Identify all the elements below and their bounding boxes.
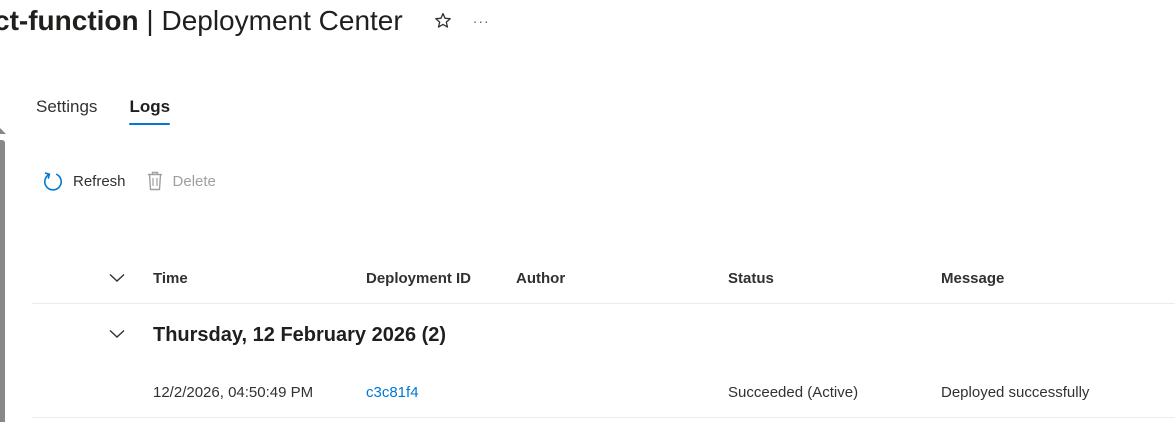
cell-time: 12/2/2026, 04:50:49 PM [153, 383, 314, 401]
delete-button[interactable]: Delete [146, 170, 216, 192]
group-header-row: Thursday, 12 February 2026 (2) [32, 304, 1175, 366]
column-header-deployment-id[interactable]: Deployment ID [366, 252, 471, 304]
refresh-label: Refresh [73, 172, 126, 190]
group-collapse-button[interactable] [108, 304, 126, 366]
tab-bar: Settings Logs [36, 97, 170, 125]
blade-name: | Deployment Center [138, 5, 403, 36]
cell-status: Succeeded (Active) [728, 383, 859, 401]
page-header: ct-function | Deployment Center ··· [0, 3, 490, 39]
trash-icon [146, 170, 164, 192]
deployment-center-page: ct-function | Deployment Center ··· Sett… [0, 0, 1175, 422]
deployment-logs-grid: Time Deployment ID Author Status Message… [32, 252, 1175, 418]
column-header-message[interactable]: Message [941, 252, 1004, 304]
deployment-id-link[interactable]: c3c81f4 [366, 366, 419, 418]
grid-header-row: Time Deployment ID Author Status Message [32, 252, 1175, 304]
more-options-icon[interactable]: ··· [473, 11, 490, 31]
column-header-status[interactable]: Status [728, 252, 774, 304]
left-scroll-edge-tip [0, 128, 6, 134]
group-title: Thursday, 12 February 2026 (2) [153, 323, 447, 346]
resource-name: ct-function [0, 5, 139, 36]
column-header-time[interactable]: Time [153, 252, 188, 304]
tab-logs[interactable]: Logs [129, 97, 170, 125]
delete-label: Delete [172, 172, 216, 190]
page-title: ct-function | Deployment Center [0, 3, 403, 39]
refresh-icon [42, 170, 64, 192]
star-icon[interactable] [433, 11, 453, 31]
left-scroll-edge[interactable] [0, 140, 5, 422]
refresh-button[interactable]: Refresh [42, 170, 126, 192]
collapse-all-button[interactable] [108, 252, 126, 304]
tab-settings[interactable]: Settings [36, 97, 97, 125]
table-row[interactable]: 12/2/2026, 04:50:49 PM c3c81f4 Succeeded… [32, 366, 1175, 418]
command-bar: Refresh Delete [42, 170, 216, 192]
column-header-author[interactable]: Author [516, 252, 565, 304]
cell-message: Deployed successfully [941, 383, 1090, 401]
chevron-down-icon [109, 270, 125, 287]
chevron-down-icon [109, 326, 125, 344]
